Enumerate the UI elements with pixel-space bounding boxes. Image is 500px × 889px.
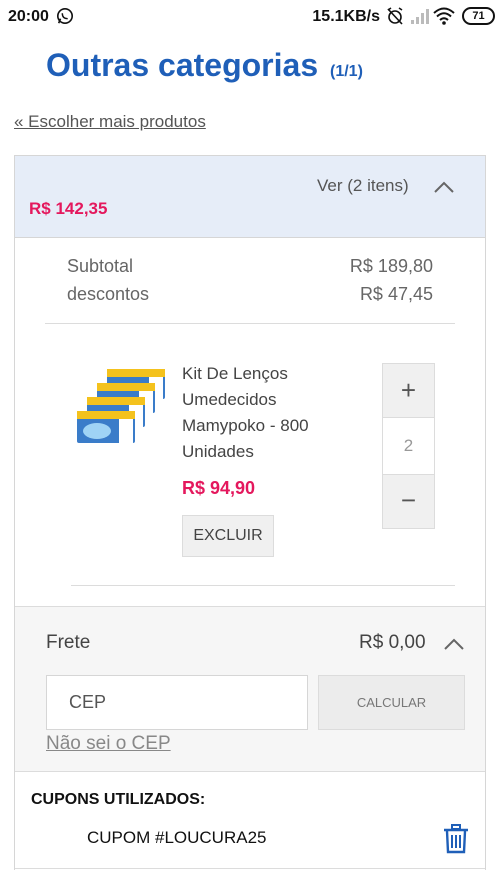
coupons-title: CUPONS UTILIZADOS: [31, 791, 206, 808]
cart-panel: R$ 142,35 Ver (2 itens) Subtotal R$ 189,… [14, 155, 486, 870]
battery-indicator: 71 [462, 7, 495, 25]
wifi-icon [433, 7, 455, 25]
whatsapp-icon [56, 7, 74, 25]
shipping-value: R$ 0,00 [359, 632, 426, 653]
discount-value: R$ 47,45 [359, 284, 433, 304]
decrease-quantity-button[interactable]: − [383, 474, 434, 528]
shipping-section: Frete R$ 0,00 CALCULAR Não sei o CEP [15, 606, 485, 772]
page-title: Outras categorias [46, 47, 319, 83]
trash-icon[interactable] [443, 824, 469, 854]
network-speed: 15.1KB/s [312, 8, 380, 25]
choose-more-products-link[interactable]: « Escolher mais produtos [14, 112, 206, 132]
product-image[interactable] [77, 369, 167, 451]
chevron-up-icon[interactable] [433, 180, 455, 194]
cart-header[interactable]: R$ 142,35 Ver (2 itens) [15, 156, 485, 238]
product-divider [71, 585, 455, 586]
status-bar: 20:00 15.1KB/s 71 [0, 0, 500, 34]
chevron-up-icon[interactable] [443, 637, 465, 651]
discount-label: descontos [67, 284, 150, 304]
calculate-shipping-button[interactable]: CALCULAR [318, 675, 465, 730]
signal-icon [411, 9, 429, 24]
quantity-stepper: + 2 − [382, 363, 435, 529]
cep-input[interactable] [46, 675, 308, 730]
remove-item-button[interactable]: EXCLUIR [182, 515, 274, 557]
coupon-code: CUPOM #LOUCURA25 [87, 828, 267, 847]
product-name[interactable]: Kit De Lenços Umedecidos Mamypoko - 800 … [182, 361, 342, 465]
unknown-cep-link[interactable]: Não sei o CEP [46, 733, 171, 755]
product-price: R$ 94,90 [182, 478, 256, 498]
shipping-label: Frete [46, 632, 91, 653]
page-count: (1/1) [330, 63, 363, 80]
view-items-toggle[interactable]: Ver (2 itens) [317, 176, 409, 196]
alarm-off-icon [387, 7, 403, 25]
subtotal-label: Subtotal [67, 256, 134, 276]
cart-total: R$ 142,35 [29, 199, 108, 218]
status-time: 20:00 [8, 8, 49, 25]
increase-quantity-button[interactable]: + [383, 364, 434, 418]
quantity-value[interactable]: 2 [383, 418, 434, 474]
coupon-divider [15, 868, 485, 869]
subtotal-value: R$ 189,80 [349, 256, 433, 276]
summary-divider [45, 323, 455, 324]
